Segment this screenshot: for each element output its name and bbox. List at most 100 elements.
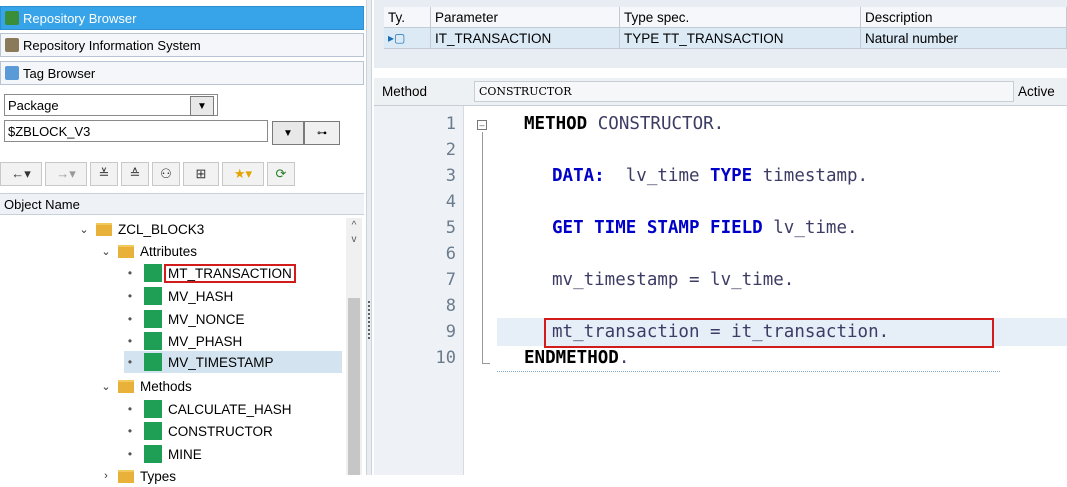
object-navigator-pane: Repository Browser Repository Informatio… [0,0,368,484]
scrollbar-thumb[interactable] [348,298,360,475]
method-icon [144,400,162,418]
method-status: Active [1018,84,1055,99]
parameter-description: Natural number [860,27,1067,49]
tree-attribute-item[interactable]: • MT_TRANSACTION [124,262,296,284]
chevron-right-icon[interactable]: › [100,470,112,482]
method-label: Method [382,84,428,99]
tree-method-item[interactable]: • MINE [124,443,202,465]
tree-attribute-item-selected[interactable]: • MV_TIMESTAMP [124,351,342,373]
display-glasses-icon[interactable]: ⊶ [304,121,340,145]
object-type-value: Package [8,97,59,113]
object-type-select[interactable]: Package [4,94,218,116]
line-number-gutter [374,106,464,475]
tag-browser-button[interactable]: Tag Browser [0,61,364,85]
expand-all-icon[interactable]: ≙ [121,162,149,186]
importing-arrow-icon: ▸▢ [384,27,431,49]
class-name: ZCL_BLOCK3 [118,221,205,237]
parameter-type-spec: TYPE TT_TRANSACTION [619,27,861,49]
tree-attribute-item[interactable]: • MV_HASH [124,285,233,307]
info-system-icon [5,38,19,52]
line-number: 10 [435,348,456,368]
code-line-1: METHOD CONSTRUCTOR. [524,114,725,134]
method-name-value: CONSTRUCTOR [479,85,572,98]
parameter-name: IT_TRANSACTION [430,27,620,49]
tree-types-folder[interactable]: › Types [100,465,176,487]
repository-info-system-button[interactable]: Repository Information System [0,33,364,57]
tree-attribute-item[interactable]: • MV_NONCE [124,308,245,330]
fold-collapse-icon[interactable]: – [477,120,487,130]
header-description: Description [860,7,1067,28]
chevron-up-icon[interactable]: ^ [346,220,362,231]
folder-icon [118,379,134,393]
tag-browser-label: Tag Browser [23,65,96,81]
attribute-label: MV_HASH [168,288,234,304]
attribute-label: MV_TIMESTAMP [168,354,274,370]
navigator-toolbar: ←▾ →▾ ≚ ≙ ⚇ ⊞ ★▾ ⟳ [0,161,364,187]
package-dropdown-icon[interactable]: ▼ [272,121,304,145]
package-value: $ZBLOCK_V3 [8,123,91,139]
line-number: 3 [445,166,456,186]
tree-scrollbar[interactable]: ^ v [346,218,362,475]
attribute-label: MV_PHASH [168,333,243,349]
package-input[interactable]: $ZBLOCK_V3 [4,120,268,142]
attributes-folder-label: Attributes [140,243,198,259]
chevron-down-icon[interactable]: ⌄ [100,245,112,258]
back-arrow-icon[interactable]: ←▾ [0,162,42,186]
line-number: 9 [445,322,456,342]
methods-folder-label: Methods [140,378,192,394]
highlight-box [544,318,994,348]
tree-class-node[interactable]: ⌄ ZCL_BLOCK3 [78,218,204,240]
line-number: 6 [445,244,456,264]
hierarchy-icon[interactable]: ⊞ [183,162,219,186]
parameters-panel: Ty. Parameter Type spec. Description ▸▢ … [374,0,1067,68]
chevron-down-icon[interactable]: ▼ [190,96,214,116]
repository-info-system-label: Repository Information System [23,37,201,53]
line-number: 2 [445,140,456,160]
tree-attribute-item[interactable]: • MV_PHASH [124,330,242,352]
attribute-icon [144,287,162,305]
line-number: 1 [445,114,456,134]
tree-methods-folder[interactable]: ⌄ Methods [100,375,192,397]
line-number: 8 [445,296,456,316]
header-type: Ty. [384,7,431,28]
method-label: CALCULATE_HASH [168,401,292,417]
binoculars-icon[interactable]: ⚇ [152,162,180,186]
splitter-grip-icon[interactable] [367,300,371,340]
tree-method-item[interactable]: • CALCULATE_HASH [124,398,292,420]
method-icon [144,422,162,440]
attribute-icon [144,310,162,328]
method-bar: Method CONSTRUCTOR Active [374,78,1067,106]
table-row[interactable]: ▸▢ IT_TRANSACTION TYPE TT_TRANSACTION Na… [384,27,1067,49]
attribute-icon [144,264,162,282]
chevron-down-icon[interactable]: ⌄ [100,380,112,393]
chevron-down-icon[interactable]: ⌄ [78,223,90,236]
forward-arrow-icon[interactable]: →▾ [45,162,87,186]
repository-browser-button[interactable]: Repository Browser [0,6,364,30]
folder-icon [96,222,112,236]
favorites-star-icon[interactable]: ★▾ [222,162,264,186]
attribute-label: MV_NONCE [168,311,245,327]
line-number: 5 [445,218,456,238]
method-name-field[interactable]: CONSTRUCTOR [474,81,1014,102]
method-label: CONSTRUCTOR [168,423,273,439]
code-line-10: ENDMETHOD. [524,348,630,368]
header-type-spec: Type spec. [619,7,861,28]
code-editor[interactable] [374,106,1067,475]
refresh-icon[interactable]: ⟳ [267,162,295,186]
chevron-down-icon[interactable]: v [346,234,362,245]
method-label: MINE [168,446,202,462]
line-number: 4 [445,192,456,212]
repository-browser-label: Repository Browser [23,10,137,26]
parameters-table: Ty. Parameter Type spec. Description ▸▢ … [384,7,1067,49]
fold-end [482,363,490,364]
types-folder-label: Types [140,468,177,484]
tree-method-item[interactable]: • CONSTRUCTOR [124,420,273,442]
method-icon [144,445,162,463]
attribute-label: MT_TRANSACTION [164,263,296,283]
collapse-all-icon[interactable]: ≚ [90,162,118,186]
object-name-header: Object Name [4,196,80,212]
pane-splitter[interactable] [366,0,372,475]
folder-icon [118,244,134,258]
tree-attributes-folder[interactable]: ⌄ Attributes [100,240,197,262]
code-line-7: mv_timestamp = lv_time. [552,270,795,290]
